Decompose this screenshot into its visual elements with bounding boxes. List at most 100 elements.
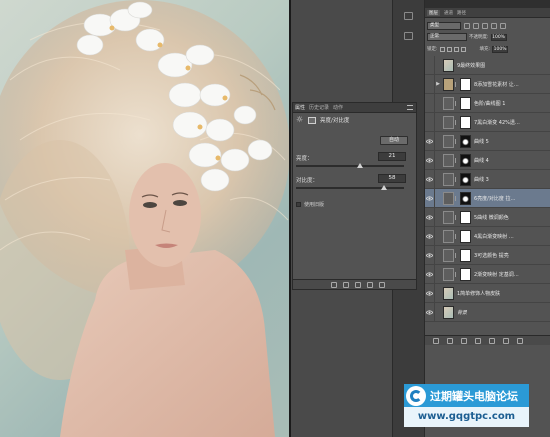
visibility-eye-icon[interactable] (425, 150, 435, 170)
layer-mask-thumbnail[interactable] (460, 134, 471, 148)
visibility-eye-icon[interactable] (425, 55, 435, 75)
document-canvas[interactable] (0, 0, 289, 437)
layer-row[interactable]: 1简单修饰人物皮肤 (425, 283, 550, 303)
use-legacy-option[interactable]: 使用旧版 (296, 201, 324, 208)
layer-row[interactable]: 9最终效果图 (425, 55, 550, 75)
blend-mode-select[interactable]: 正常 (427, 33, 467, 41)
mask-link-icon[interactable] (455, 81, 458, 87)
visibility-eye-icon[interactable] (425, 226, 435, 246)
mask-link-icon[interactable] (455, 252, 458, 258)
layer-mask-thumbnail[interactable] (460, 172, 471, 186)
reset-icon[interactable] (355, 282, 361, 288)
layer-row[interactable]: 6亮度/对比度 拉… (425, 188, 550, 208)
smart-object-filter-icon[interactable] (500, 22, 506, 29)
contrast-slider-thumb[interactable] (381, 185, 387, 190)
visibility-eye-icon[interactable] (425, 264, 435, 284)
fill-label: 填充: (479, 47, 491, 52)
tab-history[interactable]: 历史记录 (309, 104, 329, 111)
layer-row[interactable]: 4黑白渐变映射 … (425, 226, 550, 246)
delete-layer-icon[interactable] (517, 338, 523, 344)
layer-style-icon[interactable] (447, 338, 453, 344)
layer-mask-thumbnail[interactable] (460, 248, 471, 262)
visibility-eye-icon[interactable] (425, 74, 435, 94)
brightness-slider[interactable] (296, 165, 404, 167)
visibility-eye-icon[interactable] (425, 188, 435, 208)
layer-row[interactable]: 色阶/曲线图 1 (425, 93, 550, 113)
contrast-slider[interactable] (296, 187, 404, 189)
layer-mask-thumbnail[interactable] (460, 115, 471, 129)
layer-mask-thumbnail[interactable] (460, 153, 471, 167)
mask-link-icon[interactable] (455, 138, 458, 144)
mask-link-icon[interactable] (455, 195, 458, 201)
mask-link-icon[interactable] (455, 100, 458, 106)
brightness-slider-thumb[interactable] (357, 163, 363, 168)
shape-filter-icon[interactable] (491, 22, 497, 29)
visibility-eye-icon[interactable] (425, 169, 435, 189)
lock-transparency-icon[interactable] (439, 46, 445, 52)
layer-mask-icon[interactable] (308, 116, 316, 124)
layer-row[interactable]: 曲线 4 (425, 150, 550, 170)
delete-icon[interactable] (379, 282, 385, 288)
mask-link-icon[interactable] (455, 233, 458, 239)
new-layer-icon[interactable] (503, 338, 509, 344)
layer-row[interactable]: 曲线 5 (425, 131, 550, 151)
layer-mask-thumbnail[interactable] (460, 210, 471, 224)
lock-pixels-icon[interactable] (446, 46, 452, 52)
visibility-eye-icon[interactable] (425, 245, 435, 265)
visibility-eye-icon[interactable] (425, 93, 435, 113)
add-mask-icon[interactable] (461, 338, 467, 344)
new-adjustment-icon[interactable] (475, 338, 481, 344)
layer-row[interactable]: 曲线 3 (425, 169, 550, 189)
visibility-eye-icon[interactable] (425, 283, 435, 303)
visibility-eye-icon[interactable] (425, 302, 435, 322)
layer-mask-thumbnail[interactable] (460, 191, 471, 205)
layer-mask-thumbnail[interactable] (460, 77, 471, 91)
auto-button[interactable]: 自动 (380, 136, 408, 145)
visibility-eye-icon[interactable] (425, 131, 435, 151)
properties-footer (293, 279, 416, 289)
layer-row[interactable]: 3可选颜色 提亮 (425, 245, 550, 265)
layer-row[interactable]: 5曲线 微调颜色 (425, 207, 550, 227)
tab-channels[interactable]: 通道 (444, 10, 453, 16)
type-filter-icon[interactable] (482, 22, 488, 29)
layer-row[interactable]: ▶ 8添加雪花素材 让… (425, 74, 550, 94)
tab-properties[interactable]: 属性 (295, 104, 305, 111)
expand-group-icon[interactable]: ▶ (435, 81, 441, 87)
tab-actions[interactable]: 动作 (333, 104, 343, 111)
link-layers-icon[interactable] (433, 338, 439, 344)
view-previous-icon[interactable] (343, 282, 349, 288)
contrast-value-field[interactable]: 58 (378, 174, 406, 183)
lock-all-icon[interactable] (460, 46, 466, 52)
kind-filter-select[interactable]: 类型 (427, 21, 461, 30)
layer-mask-thumbnail[interactable] (460, 267, 471, 281)
fill-field[interactable]: 100% (492, 45, 509, 53)
visibility-eye-icon[interactable] (425, 112, 435, 132)
layer-row[interactable]: 2渐变映射 定基调… (425, 264, 550, 284)
info-panel-icon[interactable] (404, 32, 413, 40)
opacity-field[interactable]: 100% (490, 33, 507, 41)
layer-mask-thumbnail[interactable] (460, 96, 471, 110)
clip-to-layer-icon[interactable] (331, 282, 337, 288)
use-legacy-checkbox[interactable] (296, 202, 301, 207)
brightness-value-field[interactable]: 21 (378, 152, 406, 161)
pixel-filter-icon[interactable] (464, 22, 470, 29)
mask-link-icon[interactable] (455, 176, 458, 182)
history-panel-icon[interactable] (404, 12, 413, 20)
adjustment-filter-icon[interactable] (473, 22, 479, 29)
mask-link-icon[interactable] (455, 119, 458, 125)
mask-link-icon[interactable] (455, 157, 458, 163)
tab-layers[interactable]: 图层 (427, 9, 440, 16)
layer-row[interactable]: 背景 (425, 302, 550, 322)
new-group-icon[interactable] (489, 338, 495, 344)
lock-position-icon[interactable] (453, 46, 459, 52)
layer-row[interactable]: 7黑白渐变 42%透… (425, 112, 550, 132)
layer-mask-thumbnail[interactable] (460, 229, 471, 243)
layer-name: 2渐变映射 定基调… (474, 271, 519, 278)
tab-paths[interactable]: 路径 (457, 10, 466, 16)
visibility-icon[interactable] (367, 282, 373, 288)
visibility-eye-icon[interactable] (425, 207, 435, 227)
mask-link-icon[interactable] (455, 271, 458, 277)
watermark: 过期罐头电脑论坛 www.gqgtpc.com (404, 384, 529, 430)
panel-menu-icon[interactable] (407, 105, 413, 110)
mask-link-icon[interactable] (455, 214, 458, 220)
